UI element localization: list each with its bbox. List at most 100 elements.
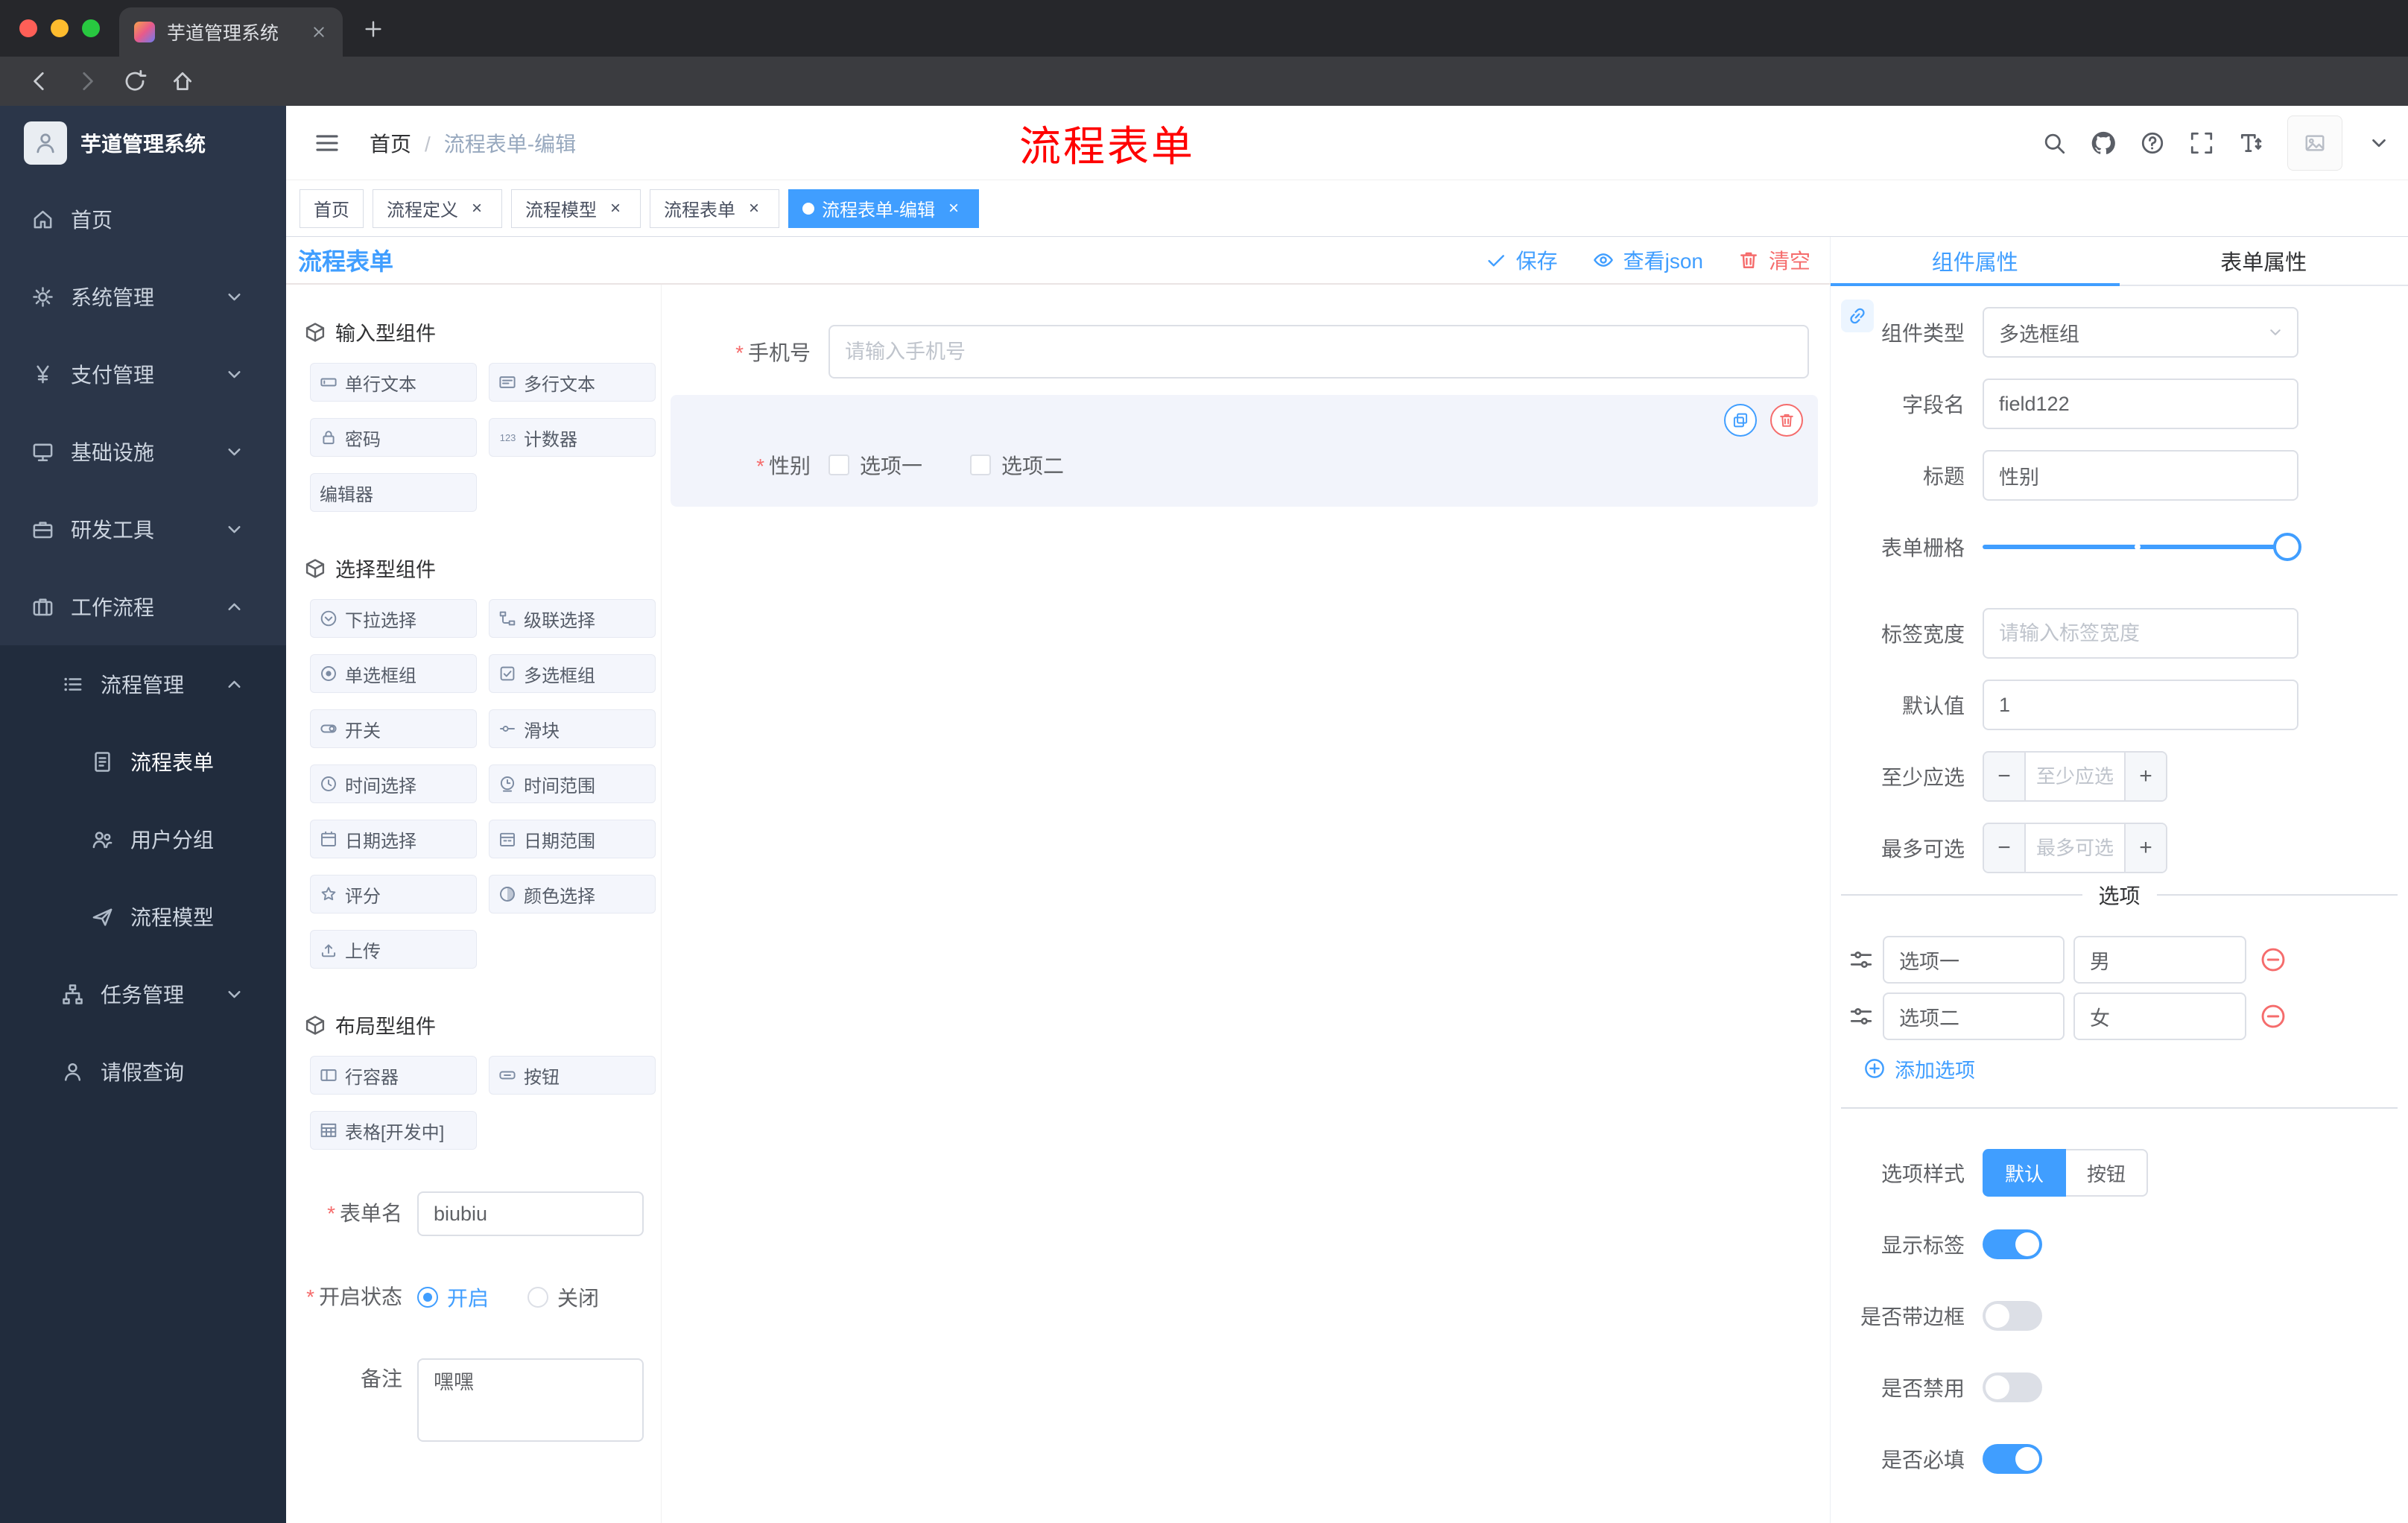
checkbox-option[interactable]: 选项二 <box>970 450 1064 480</box>
palette-item-cascader[interactable]: 级联选择 <box>489 599 656 638</box>
field-name-input[interactable] <box>1983 379 2298 429</box>
breadcrumb-home[interactable]: 首页 <box>370 128 444 158</box>
palette-item-row[interactable]: 行容器 <box>310 1056 477 1095</box>
label-width-input[interactable] <box>1983 608 2298 659</box>
tag-close-icon[interactable]: × <box>466 197 488 220</box>
help-icon[interactable] <box>2140 130 2165 156</box>
palette-item-table[interactable]: 表格[开发中] <box>310 1111 477 1150</box>
search-icon[interactable] <box>2041 130 2067 156</box>
clear-button[interactable]: 清空 <box>1737 245 1810 275</box>
sidebar-item-task-mgmt[interactable]: 任务管理 <box>0 955 286 1033</box>
status-radio-option[interactable]: 关闭 <box>527 1282 599 1312</box>
option-drag-icon[interactable] <box>1848 1004 1874 1029</box>
title-input[interactable] <box>1983 450 2298 501</box>
form-field-phone[interactable]: 手机号 <box>679 325 1809 379</box>
palette-item-counter[interactable]: 123 计数器 <box>489 418 656 457</box>
palette-item-radio-group[interactable]: 单选框组 <box>310 654 477 693</box>
sidebar-item-leave-query[interactable]: 请假查询 <box>0 1033 286 1110</box>
status-radio-selected[interactable]: 开启 <box>417 1282 489 1312</box>
sidebar-item-process-model[interactable]: 流程模型 <box>0 878 286 955</box>
sidebar-item-process-mgmt[interactable]: 流程管理 <box>0 645 286 723</box>
tag-home[interactable]: 首页 <box>300 189 364 228</box>
font-size-icon[interactable] <box>2238 130 2263 156</box>
option-name-input[interactable] <box>1883 936 2065 984</box>
sidebar-item-system[interactable]: 系统管理 <box>0 258 286 335</box>
form-name-input[interactable] <box>417 1191 644 1236</box>
tag-process-definition[interactable]: 流程定义 × <box>373 189 502 228</box>
palette-item-upload[interactable]: 上传 <box>310 930 477 969</box>
style-button-button[interactable]: 按钮 <box>2066 1149 2149 1197</box>
palette-item-date-range[interactable]: 日期范围 <box>489 820 656 858</box>
palette-item-checkbox-group[interactable]: 多选框组 <box>489 654 656 693</box>
style-default-button[interactable]: 默认 <box>1983 1149 2067 1197</box>
tag-process-form[interactable]: 流程表单 × <box>650 189 779 228</box>
switch-required[interactable] <box>1983 1444 2042 1474</box>
form-canvas[interactable]: 手机号 性别 选项一 选项二 <box>662 285 1830 1523</box>
tag-close-icon[interactable]: × <box>942 197 965 220</box>
switch-disabled[interactable] <box>1983 1372 2042 1402</box>
remove-option-button[interactable] <box>2260 946 2287 973</box>
option-value-input[interactable] <box>2073 992 2246 1040</box>
brand[interactable]: 芋道管理系统 <box>0 106 286 180</box>
palette-item-editor[interactable]: 编辑器 <box>310 473 477 512</box>
add-option-button[interactable]: 添加选项 <box>1863 1054 2408 1083</box>
forward-button[interactable] <box>75 69 100 94</box>
component-type-value[interactable] <box>1983 307 2298 358</box>
palette-item-button[interactable]: 按钮 <box>489 1056 656 1095</box>
delete-field-button[interactable] <box>1770 404 1803 437</box>
copy-field-button[interactable] <box>1724 404 1757 437</box>
checkbox-option[interactable]: 选项一 <box>828 450 922 480</box>
tag-process-model[interactable]: 流程模型 × <box>511 189 641 228</box>
view-json-button[interactable]: 查看json <box>1592 245 1703 275</box>
tab-form-props[interactable]: 表单属性 <box>2120 237 2408 285</box>
tag-close-icon[interactable]: × <box>743 197 765 220</box>
palette-item-time-range[interactable]: 时间范围 <box>489 764 656 803</box>
browser-tab[interactable]: 芋道管理系统 <box>119 7 343 57</box>
palette-item-input[interactable]: 单行文本 <box>310 363 477 402</box>
component-type-select[interactable] <box>1983 307 2298 358</box>
default-value-input[interactable] <box>1983 680 2298 730</box>
back-button[interactable] <box>27 69 52 94</box>
palette-item-textarea[interactable]: 多行文本 <box>489 363 656 402</box>
fullscreen-icon[interactable] <box>2189 130 2214 156</box>
tab-component-props[interactable]: 组件属性 <box>1831 237 2120 285</box>
sidebar-item-payment[interactable]: 支付管理 <box>0 335 286 413</box>
option-name-input[interactable] <box>1883 992 2065 1040</box>
option-value-input[interactable] <box>2073 936 2246 984</box>
decrease-button[interactable] <box>1984 824 2026 872</box>
new-tab-button[interactable] <box>362 18 384 40</box>
sidebar-item-infra[interactable]: 基础设施 <box>0 413 286 490</box>
save-button[interactable]: 保存 <box>1485 245 1558 275</box>
github-icon[interactable] <box>2091 130 2116 156</box>
minimize-window-button[interactable] <box>51 19 69 37</box>
phone-input[interactable] <box>828 325 1809 379</box>
sidebar-item-user-group[interactable]: 用户分组 <box>0 800 286 878</box>
remove-option-button[interactable] <box>2260 1003 2287 1030</box>
max-select-input[interactable] <box>2026 824 2124 872</box>
tag-close-icon[interactable]: × <box>604 197 627 220</box>
switch-border[interactable] <box>1983 1301 2042 1331</box>
palette-item-rate[interactable]: 评分 <box>310 875 477 914</box>
min-select-input[interactable] <box>2026 753 2124 800</box>
decrease-button[interactable] <box>1984 753 2026 800</box>
sidebar-toggle-icon[interactable] <box>313 129 341 157</box>
avatar-caret-icon[interactable] <box>2366 130 2392 156</box>
palette-item-password[interactable]: 密码 <box>310 418 477 457</box>
increase-button[interactable] <box>2124 824 2166 872</box>
slider-handle[interactable] <box>2273 533 2301 561</box>
close-window-button[interactable] <box>19 19 37 37</box>
sidebar-item-process-form[interactable]: 流程表单 <box>0 723 286 800</box>
remark-textarea[interactable]: 嘿嘿 <box>417 1358 644 1442</box>
option-drag-icon[interactable] <box>1848 947 1874 972</box>
reload-button[interactable] <box>122 69 148 94</box>
tag-process-form-edit[interactable]: 流程表单-编辑 × <box>788 189 979 228</box>
switch-show-label[interactable] <box>1983 1229 2042 1259</box>
grid-slider[interactable] <box>1983 522 2301 572</box>
palette-item-date[interactable]: 日期选择 <box>310 820 477 858</box>
palette-item-switch[interactable]: 开关 <box>310 709 477 748</box>
palette-item-time[interactable]: 时间选择 <box>310 764 477 803</box>
zoom-window-button[interactable] <box>82 19 100 37</box>
palette-item-slider[interactable]: 滑块 <box>489 709 656 748</box>
palette-item-select[interactable]: 下拉选择 <box>310 599 477 638</box>
increase-button[interactable] <box>2124 753 2166 800</box>
